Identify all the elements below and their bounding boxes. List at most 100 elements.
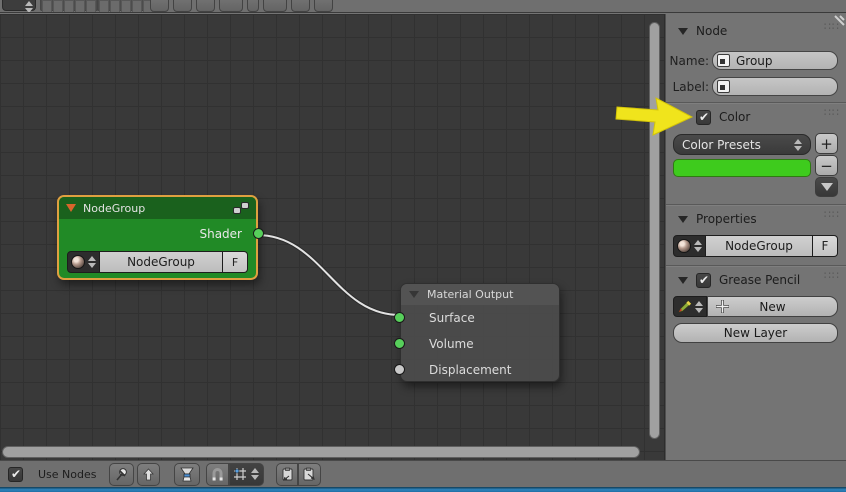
nodetree-icon bbox=[233, 201, 249, 215]
node-id-icon bbox=[717, 54, 730, 67]
name-label: Name: bbox=[669, 54, 709, 68]
new-layer-button[interactable]: New Layer bbox=[673, 323, 838, 343]
editor-border-highlight bbox=[0, 487, 846, 492]
panel-grip-icon[interactable]: ∷∷ bbox=[824, 21, 840, 39]
panel-grip-icon[interactable]: ∷∷ bbox=[824, 209, 840, 227]
panel-title: Node bbox=[696, 24, 728, 38]
panel-node-header[interactable]: Node ∷∷ bbox=[678, 21, 840, 39]
material-node-icon bbox=[179, 467, 194, 481]
plus-icon bbox=[716, 300, 729, 313]
gp-new-button[interactable]: New bbox=[707, 296, 838, 317]
clipboard-icon[interactable] bbox=[314, 0, 333, 12]
copy-icon bbox=[282, 467, 292, 481]
use-nodes-label: Use Nodes bbox=[38, 467, 97, 481]
collapse-arrow-icon[interactable] bbox=[678, 113, 688, 121]
input-label: Surface bbox=[429, 311, 475, 325]
snap-grid-icon bbox=[234, 468, 246, 480]
material-node-button[interactable] bbox=[173, 462, 200, 486]
output-label: Shader bbox=[199, 227, 242, 241]
background-icon[interactable] bbox=[173, 0, 192, 12]
group-id-field[interactable]: NodeGroup bbox=[706, 235, 813, 257]
node-editor-header: Use Nodes bbox=[0, 460, 846, 487]
horizontal-scrollbar[interactable] bbox=[2, 446, 640, 458]
snap-icon[interactable] bbox=[263, 0, 287, 12]
snap-element-dropdown[interactable] bbox=[228, 462, 264, 486]
node-insert-icon[interactable] bbox=[150, 0, 169, 12]
material-output-node[interactable]: Material Output Surface Volume Displacem… bbox=[394, 283, 560, 382]
gp-id-browse[interactable] bbox=[673, 296, 707, 317]
panel-grease-pencil-header[interactable]: Grease Pencil ∷∷ bbox=[678, 270, 840, 288]
panel-title: Properties bbox=[696, 212, 757, 226]
header-dropdown[interactable] bbox=[2, 0, 36, 12]
displacement-input-socket[interactable] bbox=[394, 364, 405, 375]
camera-icon[interactable] bbox=[291, 0, 310, 12]
material-output-header[interactable]: Material Output bbox=[401, 284, 559, 305]
id-stepper[interactable] bbox=[87, 256, 96, 268]
collapse-arrow-icon[interactable] bbox=[66, 204, 76, 212]
snap-toggle-button[interactable] bbox=[205, 462, 229, 486]
node-name-input[interactable]: Group bbox=[712, 51, 838, 70]
chevron-down-icon bbox=[820, 183, 833, 191]
node-editor-canvas[interactable]: NodeGroup Shader NodeGroup F Material Ou… bbox=[0, 14, 665, 460]
node-name-value: Group bbox=[736, 53, 773, 68]
id-stepper[interactable] bbox=[693, 240, 702, 252]
properties-sidebar: Node ∷∷ Name: Group Label: Color ∷∷ Colo… bbox=[665, 14, 846, 460]
layer-grid-icon[interactable] bbox=[40, 0, 98, 12]
collapse-arrow-icon[interactable] bbox=[409, 291, 419, 298]
render-icon[interactable] bbox=[196, 0, 215, 12]
panel-properties-header[interactable]: Properties ∷∷ bbox=[678, 209, 840, 227]
volume-input-socket[interactable] bbox=[394, 338, 405, 349]
node-title: Material Output bbox=[427, 288, 514, 301]
node-id-icon bbox=[717, 80, 730, 93]
parent-up-icon bbox=[142, 467, 154, 480]
material-sphere-icon bbox=[677, 239, 691, 253]
surface-input-socket[interactable] bbox=[394, 312, 405, 323]
paste-icon bbox=[303, 467, 315, 481]
fake-user-button[interactable]: F bbox=[813, 235, 838, 257]
panel-title: Grease Pencil bbox=[719, 273, 801, 287]
material-sphere-icon bbox=[71, 255, 85, 269]
fake-user-button[interactable]: F bbox=[223, 251, 248, 273]
paste-button[interactable] bbox=[297, 462, 321, 486]
top-header-bar bbox=[0, 0, 846, 13]
node-title: NodeGroup bbox=[83, 201, 146, 215]
preset-add-button[interactable]: + bbox=[815, 133, 838, 154]
group-id-browse[interactable] bbox=[673, 235, 706, 257]
chevron-down-icon[interactable] bbox=[247, 0, 259, 12]
dropdown-value: Color Presets bbox=[682, 137, 761, 152]
input-label: Displacement bbox=[429, 363, 512, 377]
collapse-arrow-icon[interactable] bbox=[678, 215, 688, 223]
pencil-icon bbox=[678, 300, 692, 313]
collapse-arrow-icon[interactable] bbox=[678, 276, 688, 284]
id-stepper[interactable] bbox=[694, 300, 703, 313]
copy-button[interactable] bbox=[275, 462, 298, 486]
grease-pencil-checkbox[interactable] bbox=[696, 272, 711, 288]
pin-button[interactable] bbox=[108, 462, 134, 486]
color-presets-dropdown[interactable]: Color Presets bbox=[673, 134, 811, 155]
node-label-input[interactable] bbox=[712, 77, 838, 96]
use-nodes-checkbox[interactable] bbox=[8, 466, 23, 482]
view-axis-icon[interactable] bbox=[219, 0, 243, 12]
input-label: Volume bbox=[429, 337, 474, 351]
magnet-icon bbox=[212, 468, 223, 481]
parent-up-button[interactable] bbox=[136, 462, 160, 486]
panel-grip-icon[interactable]: ∷∷ bbox=[824, 107, 840, 125]
layer-grid-icon[interactable] bbox=[97, 0, 155, 12]
pin-icon bbox=[115, 467, 127, 481]
color-swatch[interactable] bbox=[673, 159, 811, 177]
collapse-arrow-icon[interactable] bbox=[678, 27, 688, 35]
chevron-updown-icon bbox=[250, 468, 259, 480]
panel-grip-icon[interactable]: ∷∷ bbox=[824, 270, 840, 288]
vertical-scrollbar[interactable] bbox=[649, 22, 660, 439]
preset-specials-button[interactable] bbox=[815, 177, 838, 197]
chevron-updown-icon bbox=[793, 138, 802, 151]
panel-color-header[interactable]: Color ∷∷ bbox=[678, 107, 840, 125]
nodegroup-name-field[interactable]: NodeGroup bbox=[100, 251, 223, 273]
color-enable-checkbox[interactable] bbox=[696, 109, 711, 125]
preset-remove-button[interactable]: − bbox=[815, 155, 838, 176]
nodegroup-node[interactable]: NodeGroup Shader NodeGroup F bbox=[57, 195, 264, 280]
shader-output-socket[interactable] bbox=[253, 228, 264, 239]
nodegroup-header[interactable]: NodeGroup bbox=[59, 197, 256, 219]
material-id-browse[interactable] bbox=[67, 251, 100, 273]
blender-node-editor: NodeGroup Shader NodeGroup F Material Ou… bbox=[0, 0, 846, 492]
